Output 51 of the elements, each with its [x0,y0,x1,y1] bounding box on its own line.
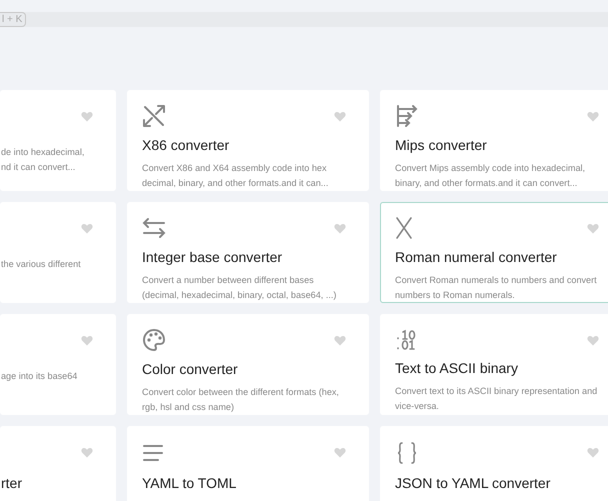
tool-card[interactable]: de into hexadecimal, nd it can convert... [0,90,116,191]
branch-arrows-icon [395,104,419,128]
tool-card[interactable]: Text to ASCII binary Convert text to its ASCII binary representation and vice-versa. [380,314,608,415]
heart-icon[interactable] [81,111,93,122]
heart-icon[interactable] [334,335,346,346]
heart-icon[interactable] [334,111,346,122]
tool-title: X86 converter [142,136,230,154]
palette-icon [142,328,166,352]
tool-title: Mips converter [395,136,488,154]
tool-card[interactable]: X86 converter Convert X86 and X64 assembly code into hex decimal, binary, and other formats.and it can... [127,90,369,191]
heart-icon[interactable] [81,447,93,458]
tool-card[interactable]: Roman numeral converter Convert Roman numerals to numbers and convert numbers to Roman numerals. [380,202,608,303]
tool-card[interactable]: Integer base converter Convert a number between different bases (decimal, hexadecimal, binary, octal, base64, ...) [127,202,369,303]
heart-icon[interactable] [587,447,599,458]
tool-description: Convert a number between different bases (decimal, hexadecimal, binary, octal, base64, ...) [142,274,336,302]
tool-description: Convert X86 and X64 assembly code into hex decimal, binary, and other formats.and it can... [142,162,328,190]
tool-description: Convert text to its ASCII binary representation and vice-versa. [395,385,598,413]
tool-title: rter [1,474,23,492]
tool-description: Convert Roman numerals to numbers and convert numbers to Roman numerals. [395,274,597,302]
tool-card[interactable]: the various different [0,202,116,303]
menu-lines-icon [142,442,164,464]
tool-description: de into hexadecimal, nd it can convert... [1,146,84,174]
tool-card[interactable]: JSON to YAML converter [380,426,608,501]
tool-title: Integer base converter [142,248,284,266]
heart-icon[interactable] [587,111,599,122]
tool-card[interactable]: Color converter Convert color between the different formats (hex, rgb, hsl and css name) [127,314,369,415]
tool-title: Text to ASCII binary [395,359,519,377]
diagonal-arrows-icon [142,104,166,128]
tool-title: Color converter [142,360,239,378]
heart-icon[interactable] [587,223,599,234]
tool-card[interactable]: rter [0,426,116,501]
tool-card[interactable]: YAML to TOML [127,426,369,501]
curly-braces-icon [395,441,419,465]
x-mark-icon [395,216,413,240]
tool-title: YAML to TOML [142,474,238,492]
binary-digits-icon [395,328,417,350]
tool-description: Convert Mips assembly code into hexadecimal, binary, and other formats.and it can convert... [395,162,586,190]
heart-icon[interactable] [587,335,599,346]
heart-icon[interactable] [334,447,346,458]
heart-icon[interactable] [334,223,346,234]
tool-card[interactable]: age into its base64 [0,314,116,415]
heart-icon[interactable] [81,335,93,346]
tool-description: Convert color between the different formats (hex, rgb, hsl and css name) [142,386,339,414]
tool-description: the various different [1,258,81,271]
heart-icon[interactable] [81,223,93,234]
tool-title: Roman numeral converter [395,248,558,266]
tool-description: age into its base64 [1,370,78,383]
keyboard-shortcut: l + K [0,12,26,27]
swap-arrows-icon [142,216,166,240]
tool-card[interactable]: Mips converter Convert Mips assembly code into hexadecimal, binary, and other formats.and it can convert... [380,90,608,191]
tool-title: JSON to YAML converter [395,474,552,492]
